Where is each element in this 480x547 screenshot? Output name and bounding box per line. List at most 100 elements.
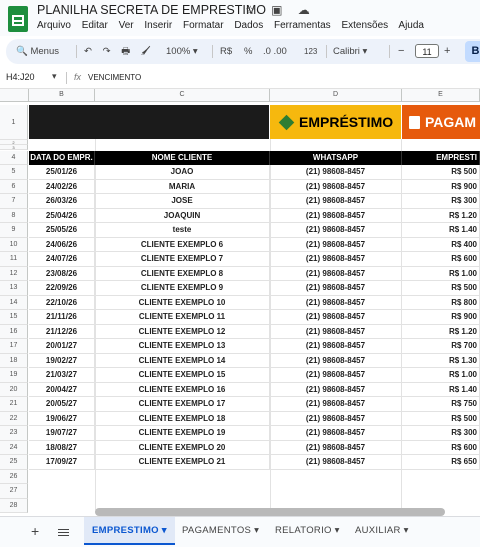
banner-empty-black[interactable] [29, 105, 269, 139]
row-header-25[interactable]: 25 [0, 455, 28, 470]
undo-redo-print-paint-icons[interactable]: ↶ ↷ 🖶 🖌 [84, 39, 155, 64]
menu-item-arquivo[interactable]: Arquivo [37, 20, 71, 31]
cell-whatsapp[interactable]: (21) 98608-8457 [270, 252, 402, 267]
cell-emprestimo[interactable]: R$ 1.00 [402, 368, 480, 383]
cell-whatsapp[interactable]: (21) 98608-8457 [270, 237, 402, 252]
cell-whatsapp[interactable]: (21) 98608-8457 [270, 455, 402, 470]
header-nome-cliente[interactable]: NOME CLIENTE [95, 151, 270, 165]
cell-data[interactable]: 19/02/27 [29, 353, 95, 368]
zoom-select[interactable]: 100% ▾ [166, 39, 198, 64]
cell-emprestimo[interactable]: R$ 500 [402, 281, 480, 296]
row-header-22[interactable]: 22 [0, 411, 28, 426]
cell-data[interactable]: 24/02/26 [29, 179, 95, 194]
cell-data[interactable]: 17/09/27 [29, 455, 95, 470]
cell-emprestimo[interactable]: R$ 750 [402, 397, 480, 412]
row-header-13[interactable]: 13 [0, 281, 28, 296]
cell-data[interactable]: 19/06/27 [29, 411, 95, 426]
font-size-decrease-button[interactable]: − [398, 39, 404, 64]
cell-nome-cliente[interactable]: CLIENTE EXEMPLO 14 [95, 353, 270, 368]
header-emprestimo[interactable]: EMPRESTI [402, 151, 480, 165]
cell-emprestimo[interactable]: R$ 500 [402, 411, 480, 426]
cell-whatsapp[interactable]: (21) 98608-8457 [270, 194, 402, 209]
cell-emprestimo[interactable]: R$ 800 [402, 295, 480, 310]
banner-emprestimo[interactable]: EMPRÉSTIMO [270, 105, 401, 139]
banner-pagamentos[interactable]: PAGAM [402, 105, 480, 139]
menu-item-dados[interactable]: Dados [234, 20, 263, 31]
row-header-14[interactable]: 14 [0, 295, 28, 310]
search-menus-button[interactable]: 🔍 Menus [16, 39, 59, 64]
cell-data[interactable]: 24/07/26 [29, 252, 95, 267]
cell-whatsapp[interactable]: (21) 98608-8457 [270, 223, 402, 238]
cell-nome-cliente[interactable]: CLIENTE EXEMPLO 9 [95, 281, 270, 296]
row-header-4[interactable]: 4 [0, 151, 28, 165]
cell-emprestimo[interactable]: R$ 1.40 [402, 382, 480, 397]
cell-nome-cliente[interactable]: CLIENTE EXEMPLO 16 [95, 382, 270, 397]
cell-nome-cliente[interactable]: CLIENTE EXEMPLO 21 [95, 455, 270, 470]
row-header-18[interactable]: 18 [0, 353, 28, 368]
cell-data[interactable]: 26/03/26 [29, 194, 95, 209]
cell-data[interactable]: 25/04/26 [29, 208, 95, 223]
star-move-cloud-icons[interactable]: ☆ ▣ ☁ [245, 3, 316, 17]
currency-format-button[interactable]: R$ [220, 39, 232, 64]
cell-emprestimo[interactable]: R$ 300 [402, 194, 480, 209]
cell-emprestimo[interactable]: R$ 600 [402, 440, 480, 455]
cell-data[interactable]: 23/08/26 [29, 266, 95, 281]
row-header-10[interactable]: 10 [0, 237, 28, 252]
document-title[interactable]: PLANILHA SECRETA DE EMPRESTIMO [37, 3, 266, 17]
cell-data[interactable]: 21/11/26 [29, 310, 95, 325]
cell-emprestimo[interactable]: R$ 500 [402, 165, 480, 180]
cell-nome-cliente[interactable]: JOAO [95, 165, 270, 180]
cell-whatsapp[interactable]: (21) 98608-8457 [270, 165, 402, 180]
cell-whatsapp[interactable]: (21) 98608-8457 [270, 310, 402, 325]
cell-nome-cliente[interactable]: MARIA [95, 179, 270, 194]
cell-nome-cliente[interactable]: CLIENTE EXEMPLO 15 [95, 368, 270, 383]
row-header-12[interactable]: 12 [0, 266, 28, 281]
cell-nome-cliente[interactable]: teste [95, 223, 270, 238]
menu-item-formatar[interactable]: Formatar [183, 20, 224, 31]
cell-nome-cliente[interactable]: CLIENTE EXEMPLO 19 [95, 426, 270, 441]
header-whatsapp[interactable]: WHATSAPP [270, 151, 402, 165]
cell-data[interactable]: 21/03/27 [29, 368, 95, 383]
cell-emprestimo[interactable]: R$ 600 [402, 252, 480, 267]
formula-input[interactable]: VENCIMENTO [88, 73, 141, 82]
cell-emprestimo[interactable]: R$ 650 [402, 455, 480, 470]
cell-emprestimo[interactable]: R$ 1.00 [402, 266, 480, 281]
header-data-do-emprestimo[interactable]: DATA DO EMPR. [29, 151, 95, 165]
cell-whatsapp[interactable]: (21) 98608-8457 [270, 339, 402, 354]
cell-nome-cliente[interactable]: CLIENTE EXEMPLO 6 [95, 237, 270, 252]
font-family-select[interactable]: Calibri ▾ [333, 39, 367, 64]
bold-button[interactable]: B [465, 41, 480, 62]
cell-data[interactable]: 20/01/27 [29, 339, 95, 354]
row-header-19[interactable]: 19 [0, 368, 28, 383]
cell-emprestimo[interactable]: R$ 900 [402, 310, 480, 325]
row-header-24[interactable]: 24 [0, 440, 28, 455]
cell-data[interactable]: 22/09/26 [29, 281, 95, 296]
cell-whatsapp[interactable]: (21) 98608-8457 [270, 281, 402, 296]
row-header-17[interactable]: 17 [0, 339, 28, 354]
cell-emprestimo[interactable]: R$ 1.40 [402, 223, 480, 238]
cell-whatsapp[interactable]: (21) 98608-8457 [270, 179, 402, 194]
column-header-e[interactable]: E [402, 89, 480, 102]
cell-nome-cliente[interactable]: CLIENTE EXEMPLO 20 [95, 440, 270, 455]
row-header-28[interactable]: 28 [0, 498, 28, 513]
cell-emprestimo[interactable]: R$ 700 [402, 339, 480, 354]
decimal-buttons[interactable]: .0 .00 [263, 39, 287, 64]
cell-data[interactable]: 20/04/27 [29, 382, 95, 397]
cell-data[interactable]: 25/05/26 [29, 223, 95, 238]
column-header-b[interactable]: B [29, 89, 95, 102]
tab-auxiliar[interactable]: AUXILIAR ▾ [355, 517, 409, 545]
cell-whatsapp[interactable]: (21) 98608-8457 [270, 411, 402, 426]
cell-whatsapp[interactable]: (21) 98608-8457 [270, 324, 402, 339]
chevron-down-icon[interactable]: ▾ [52, 71, 57, 82]
row-header-23[interactable]: 23 [0, 426, 28, 441]
cell-data[interactable]: 21/12/26 [29, 324, 95, 339]
cell-emprestimo[interactable]: R$ 1.20 [402, 208, 480, 223]
column-header-d[interactable]: D [270, 89, 402, 102]
cell-emprestimo[interactable]: R$ 300 [402, 426, 480, 441]
cell-emprestimo[interactable]: R$ 1.20 [402, 324, 480, 339]
cell-nome-cliente[interactable]: CLIENTE EXEMPLO 18 [95, 411, 270, 426]
cell-whatsapp[interactable]: (21) 98608-8457 [270, 426, 402, 441]
cell-whatsapp[interactable]: (21) 98608-8457 [270, 368, 402, 383]
row-header-7[interactable]: 7 [0, 194, 28, 209]
number-format-button[interactable]: 123 [304, 39, 317, 64]
